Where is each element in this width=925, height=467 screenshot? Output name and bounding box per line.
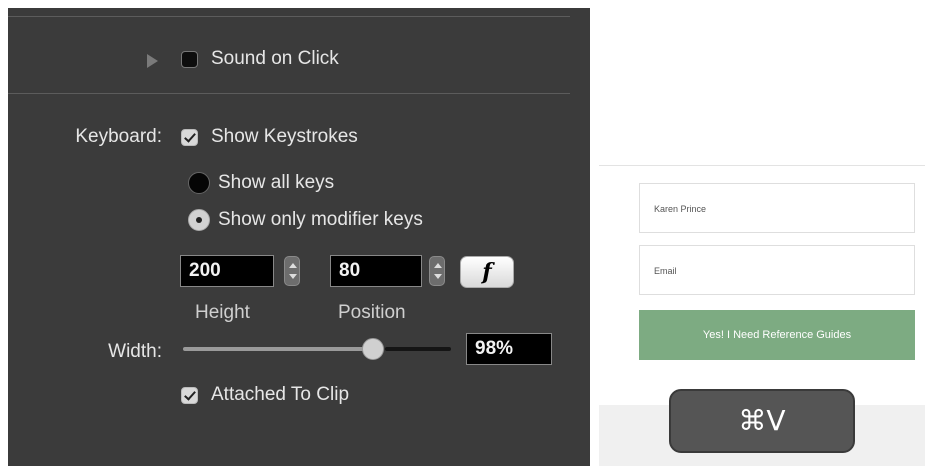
keyboard-label: Keyboard:	[75, 126, 162, 147]
height-field[interactable]: 200	[180, 255, 274, 287]
attached-to-clip-label: Attached To Clip	[211, 384, 350, 405]
name-input[interactable]: Karen Prince	[639, 183, 915, 233]
height-caption: Height	[195, 302, 250, 323]
width-value-field[interactable]: 98%	[466, 333, 552, 365]
section-divider	[8, 93, 570, 94]
width-slider-track[interactable]	[385, 347, 451, 351]
width-slider-track-filled[interactable]	[183, 347, 368, 351]
position-caption: Position	[338, 302, 406, 323]
sound-on-click-checkbox[interactable]	[181, 51, 198, 68]
shortcut-badge: ⌘V	[669, 389, 855, 453]
show-all-keys-label: Show all keys	[218, 172, 335, 193]
show-keystrokes-checkbox[interactable]	[181, 129, 198, 146]
height-stepper[interactable]	[284, 256, 300, 286]
show-keystrokes-label: Show Keystrokes	[211, 126, 358, 147]
attached-to-clip-checkbox[interactable]	[181, 387, 198, 404]
position-stepper[interactable]	[429, 256, 445, 286]
show-modifier-keys-radio[interactable]	[188, 209, 210, 231]
top-divider	[8, 16, 570, 17]
show-all-keys-radio[interactable]	[188, 172, 210, 194]
email-input[interactable]: Email	[639, 245, 915, 295]
show-modifier-keys-label: Show only modifier keys	[218, 209, 423, 230]
width-slider-knob[interactable]	[362, 338, 384, 360]
settings-panel: Sound on Click Keyboard: Show Keystrokes…	[8, 8, 590, 466]
disclosure-triangle-icon[interactable]	[147, 54, 158, 68]
function-button[interactable]: f	[460, 256, 514, 288]
width-label: Width:	[108, 341, 162, 362]
sound-on-click-label: Sound on Click	[211, 48, 339, 69]
position-field[interactable]: 80	[330, 255, 422, 287]
submit-button[interactable]: Yes! I Need Reference Guides	[639, 310, 915, 360]
